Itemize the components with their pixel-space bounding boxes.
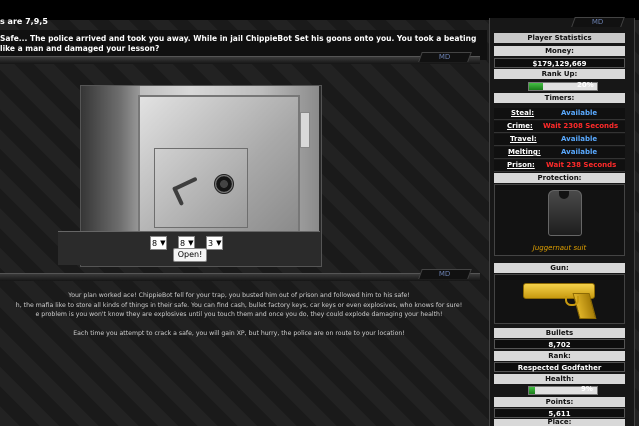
timer-melting-status: Available xyxy=(561,148,598,156)
md-tab-bottom: MD xyxy=(418,269,472,279)
chevron-down-icon: ▼ xyxy=(188,239,194,247)
gun-image xyxy=(494,274,625,324)
result-line: Your plan worked ace! ChippieBot fell fo… xyxy=(68,292,410,299)
health-label: Health: xyxy=(494,374,625,384)
money-label: Money: xyxy=(494,46,625,56)
money-value: $179,129,669 xyxy=(494,58,625,68)
chevron-down-icon: ▼ xyxy=(216,239,222,247)
result-line xyxy=(0,320,478,329)
health-bar-fill xyxy=(529,387,536,394)
section-divider-top xyxy=(0,56,480,64)
timer-prison-link[interactable]: Prison: xyxy=(507,161,535,169)
juggernaut-suit-icon xyxy=(548,190,582,236)
section-divider-bottom xyxy=(0,273,480,281)
timer-travel-status: Available xyxy=(561,135,598,143)
timer-crime-link[interactable]: Crime: xyxy=(507,122,533,130)
md-tab-label: MD xyxy=(439,270,451,278)
protection-label: Protection: xyxy=(494,173,625,183)
md-tab-label: MD xyxy=(592,18,604,26)
chevron-down-icon: ▼ xyxy=(160,239,166,247)
bullets-value: 8,702 xyxy=(494,339,625,349)
result-line: e problem is you won't know they are exp… xyxy=(35,311,443,318)
result-line: Each time you attempt to crack a safe, y… xyxy=(73,329,405,337)
place-label: Place: xyxy=(494,419,625,426)
md-tab-label: MD xyxy=(439,53,451,61)
timer-crime-status: Wait 2308 Seconds xyxy=(543,122,619,130)
protection-item-name: Juggernaut suit xyxy=(532,244,587,252)
combination-dial-icon xyxy=(214,174,234,194)
jail-message: Safe... The police arrived and took you … xyxy=(0,34,477,53)
combination-notice: s are 7,9,5 xyxy=(0,17,48,26)
gun-label: Gun: xyxy=(494,263,625,273)
timer-travel-link[interactable]: Travel: xyxy=(510,135,537,143)
result-text: Your plan worked ace! ChippieBot fell fo… xyxy=(0,291,478,338)
digit-select-3-value: 3 xyxy=(208,238,214,248)
top-bar xyxy=(0,0,639,20)
safe-hinge xyxy=(300,112,310,148)
rank-label: Rank: xyxy=(494,351,625,361)
rank-value: Respected Godfather xyxy=(494,362,625,372)
gold-pistol-trigger xyxy=(565,296,579,306)
md-tab-top: MD xyxy=(418,52,472,62)
timer-steal-status: Available xyxy=(561,109,598,117)
rankup-label: Rank Up: xyxy=(494,69,625,79)
safe-lock-plate xyxy=(154,148,248,228)
health-percent: 9% xyxy=(581,385,593,393)
points-label: Points: xyxy=(494,397,625,407)
digit-select-2-value: 8 xyxy=(180,238,186,248)
md-tab-sidebar: MD xyxy=(571,17,625,27)
result-line: h, the mafia like to store all kinds of … xyxy=(15,301,463,309)
rankup-percent: 20% xyxy=(577,81,594,89)
points-value: 5,611 xyxy=(494,408,625,418)
digit-select-3[interactable]: 3 ▼ xyxy=(206,236,224,250)
timer-melting-link[interactable]: Melting: xyxy=(508,148,541,156)
timers-label: Timers: xyxy=(494,93,625,103)
digit-select-1-value: 8 xyxy=(152,238,158,248)
open-safe-button[interactable]: Open! xyxy=(173,248,207,262)
rankup-bar-fill xyxy=(529,83,543,90)
bullets-label: Bullets xyxy=(494,328,625,338)
safe-side xyxy=(81,86,140,232)
timer-prison-status: Wait 238 Seconds xyxy=(546,161,617,169)
sidebar-title: Player Statistics xyxy=(494,33,625,43)
digit-select-1[interactable]: 8 ▼ xyxy=(150,236,168,250)
timer-steal-link[interactable]: Steal: xyxy=(511,109,534,117)
